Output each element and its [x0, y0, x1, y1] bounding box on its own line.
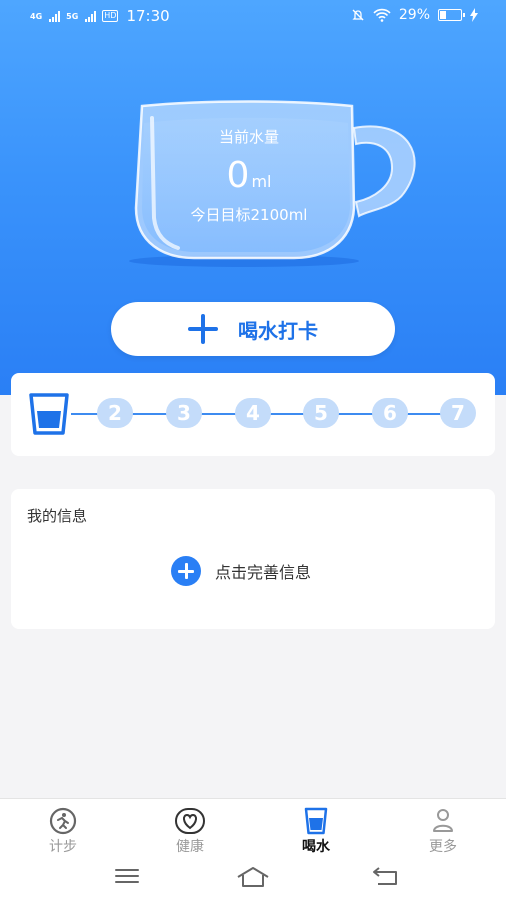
hd-badge: HD — [102, 10, 119, 22]
tab-more[interactable]: 更多 — [403, 807, 483, 856]
network-type-label: 4G — [30, 11, 43, 21]
water-amount-value: 0 — [226, 155, 250, 196]
tab-steps-label: 计步 — [49, 839, 77, 855]
wifi-icon — [373, 8, 391, 22]
complete-info-button[interactable]: 点击完善信息 — [171, 556, 311, 586]
charging-icon — [470, 8, 478, 22]
daily-target: 今日目标2100ml — [190, 206, 308, 224]
hero-banner: 4G 5G HD 17:30 29% 当前水量 0 ml 今日目标2100ml … — [0, 0, 506, 395]
system-nav-bar — [0, 858, 506, 900]
back-icon[interactable] — [372, 866, 400, 888]
status-bar: 4G 5G HD 17:30 29% — [0, 0, 506, 32]
progress-step-5: 5 — [303, 398, 339, 428]
progress-step-3: 3 — [166, 398, 202, 428]
home-icon[interactable] — [236, 866, 270, 888]
water-glass-icon — [29, 393, 69, 435]
water-amount-unit: ml — [251, 172, 272, 191]
bottom-tab-bar: 计步 健康 喝水 更多 — [0, 798, 506, 859]
running-person-icon — [49, 807, 77, 835]
checkin-button-label: 喝水打卡 — [238, 318, 318, 343]
progress-step-2: 2 — [97, 398, 133, 428]
current-water-label: 当前水量 — [218, 128, 279, 146]
menu-icon[interactable] — [114, 866, 140, 886]
plus-icon — [188, 314, 218, 344]
add-circle-icon — [171, 556, 201, 586]
tab-more-label: 更多 — [429, 839, 457, 855]
clock: 17:30 — [126, 7, 170, 25]
heart-icon — [175, 808, 205, 834]
mute-icon — [352, 9, 364, 21]
current-water-amount: 0 ml — [138, 154, 360, 204]
signal-icon — [49, 10, 61, 22]
network-type-label-2: 5G — [66, 11, 79, 21]
progress-step-4: 4 — [235, 398, 271, 428]
tab-drink-water-label: 喝水 — [302, 839, 330, 855]
progress-step-6: 6 — [372, 398, 408, 428]
drink-progress-card: 2 3 4 5 6 7 — [11, 373, 495, 456]
user-icon — [433, 809, 453, 832]
my-info-card: 我的信息 点击完善信息 — [11, 489, 495, 629]
progress-step-7: 7 — [440, 398, 476, 428]
my-info-title: 我的信息 — [27, 507, 88, 525]
battery-percent: 29% — [398, 7, 430, 23]
signal-icon-2 — [85, 10, 97, 22]
water-cup-icon — [304, 807, 328, 835]
tab-health-label: 健康 — [176, 839, 204, 855]
complete-info-label: 点击完善信息 — [215, 563, 312, 582]
tab-steps[interactable]: 计步 — [23, 807, 103, 856]
tab-drink-water[interactable]: 喝水 — [276, 807, 356, 856]
battery-icon — [438, 9, 465, 21]
water-checkin-button[interactable]: 喝水打卡 — [111, 302, 395, 356]
tab-health[interactable]: 健康 — [150, 807, 230, 856]
